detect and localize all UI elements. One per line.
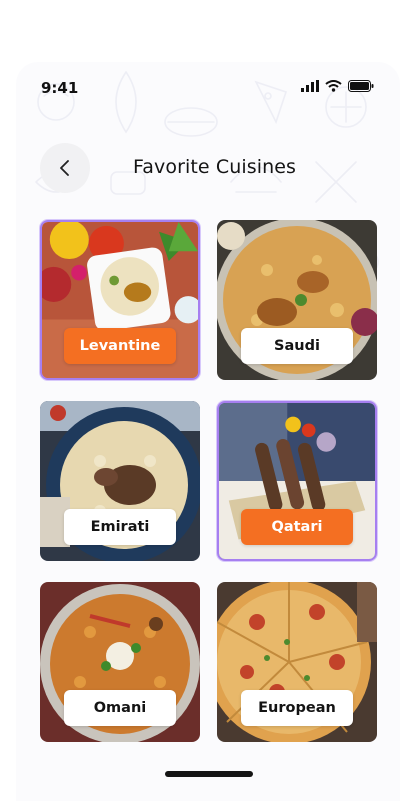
- status-icons: [301, 80, 374, 92]
- home-indicator: [165, 771, 253, 777]
- cuisine-card-emirati[interactable]: Emirati: [40, 401, 200, 561]
- cellular-signal-icon: [301, 80, 319, 92]
- cuisine-label: European: [241, 690, 353, 726]
- screen: 9:41 Favorite Cuisines Levantine Saudi E…: [16, 62, 400, 801]
- cuisine-card-saudi[interactable]: Saudi: [217, 220, 377, 380]
- chevron-left-icon: [60, 160, 69, 176]
- cuisine-card-european[interactable]: European: [217, 582, 377, 742]
- wifi-icon: [325, 80, 342, 92]
- battery-icon: [348, 80, 374, 92]
- cuisine-card-levantine[interactable]: Levantine: [40, 220, 200, 380]
- cuisine-label: Emirati: [64, 509, 176, 545]
- cuisine-label: Qatari: [241, 509, 353, 545]
- cuisine-label: Levantine: [64, 328, 176, 364]
- page-title: Favorite Cuisines: [133, 156, 297, 178]
- cuisine-label: Saudi: [241, 328, 353, 364]
- cuisine-label: Omani: [64, 690, 176, 726]
- back-button[interactable]: [40, 143, 90, 193]
- status-time: 9:41: [41, 79, 79, 97]
- cuisine-card-omani[interactable]: Omani: [40, 582, 200, 742]
- cuisine-card-qatari[interactable]: Qatari: [217, 401, 377, 561]
